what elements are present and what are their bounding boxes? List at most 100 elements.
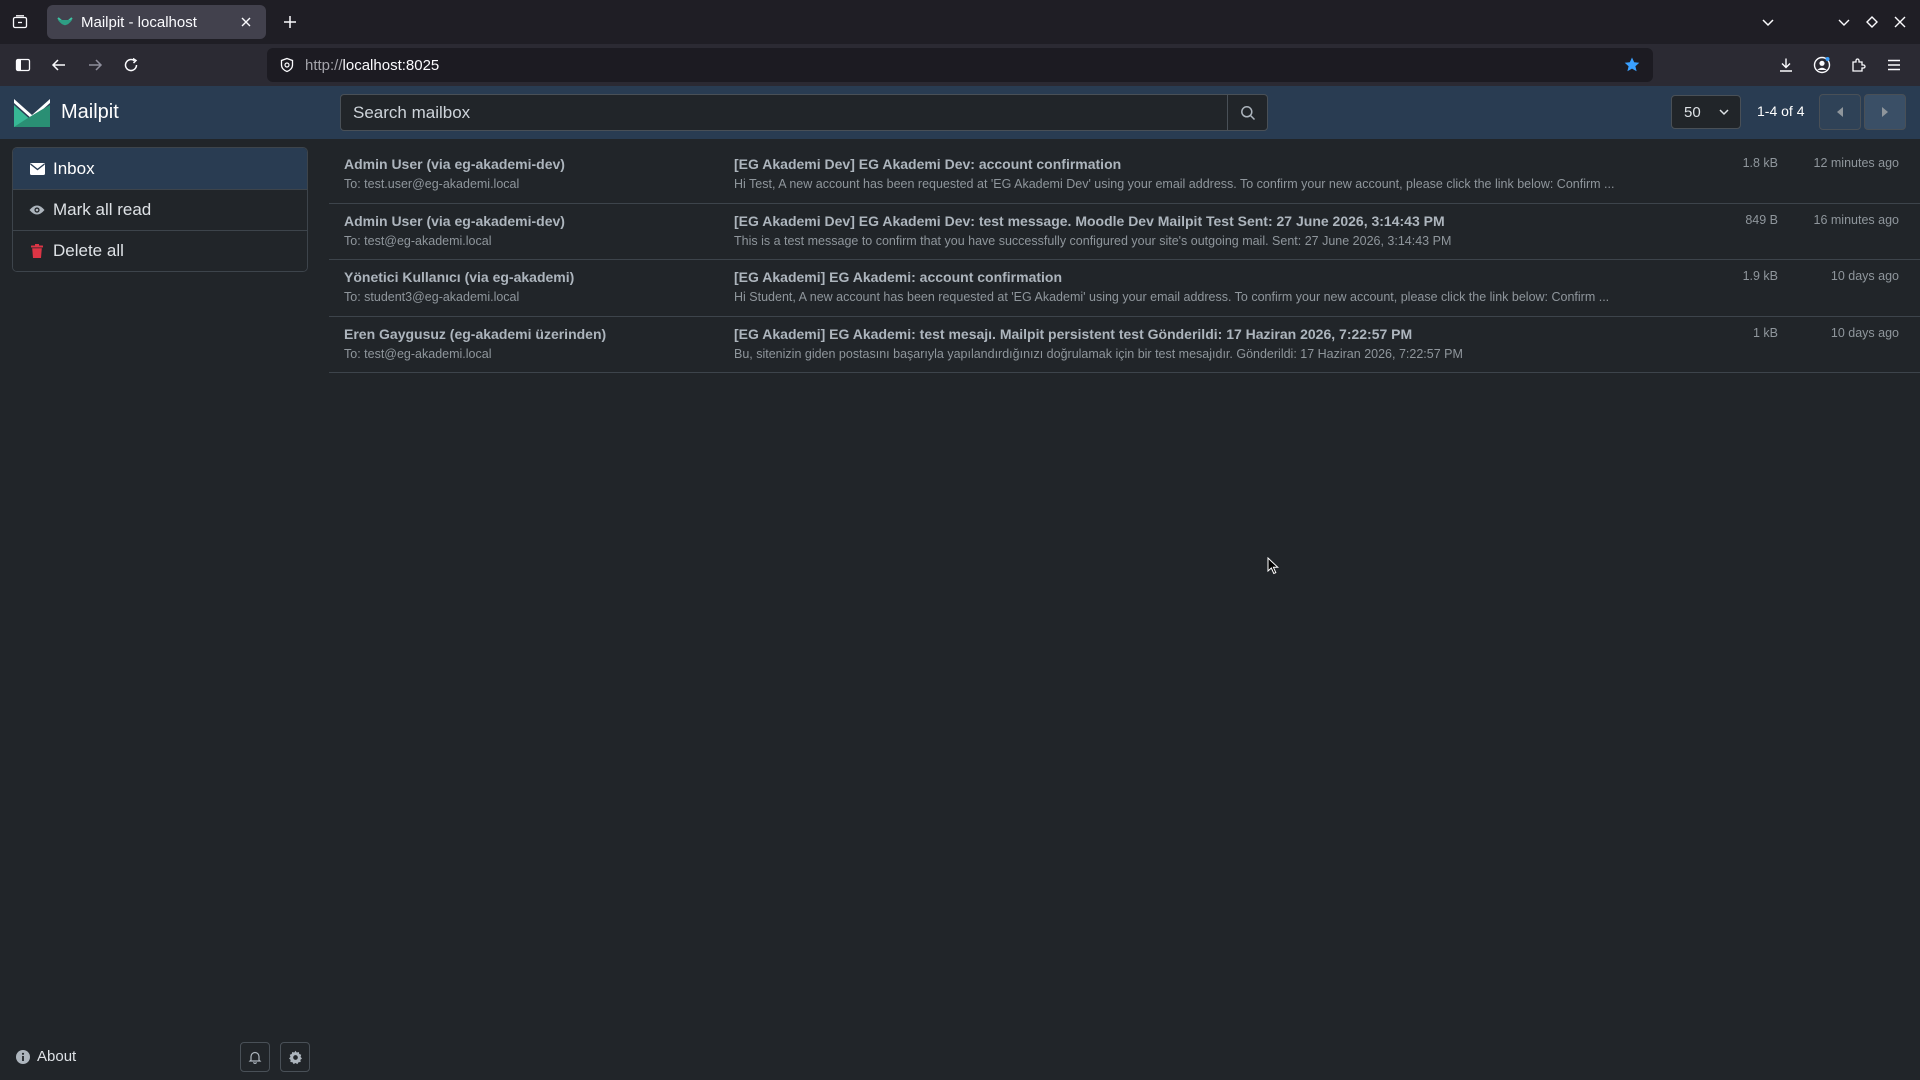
app-header: Mailpit 50 1-4 of 4	[0, 86, 1920, 139]
url-host: localhost:8025	[342, 56, 440, 74]
message-to: To: test@eg-akademi.local	[344, 346, 492, 361]
mouse-cursor-icon	[1267, 557, 1279, 575]
window-controls	[1754, 0, 1920, 44]
new-tab-button[interactable]	[278, 10, 302, 34]
search-input[interactable]	[340, 94, 1227, 131]
hamburger-menu-icon	[1888, 59, 1900, 71]
search-icon	[1240, 105, 1255, 120]
per-page-value: 50	[1684, 103, 1701, 121]
caret-right-icon	[1882, 107, 1888, 117]
next-page-button[interactable]	[1864, 94, 1906, 130]
sidebar-item-mark-all-read[interactable]: Mark all read	[13, 189, 307, 230]
search-button[interactable]	[1227, 94, 1268, 131]
message-subject: [EG Akademi] EG Akademi: account confirm…	[734, 269, 1063, 285]
message-row[interactable]: Admin User (via eg-akademi-dev) To: test…	[329, 204, 1920, 260]
tab-mailpit[interactable]: Mailpit - localhost	[47, 5, 266, 39]
notifications-button[interactable]	[240, 1042, 270, 1072]
close-icon	[1894, 16, 1906, 28]
browser-nav-bar: http://localhost:8025	[0, 44, 1920, 86]
tab-close-icon[interactable]	[236, 12, 256, 32]
extensions-button[interactable]	[1842, 49, 1874, 81]
message-to: To: test@eg-akademi.local	[344, 233, 492, 248]
url-bar[interactable]: http://localhost:8025	[267, 48, 1653, 82]
browser-toolbar-right	[1770, 49, 1910, 81]
forward-button[interactable]	[77, 49, 113, 81]
puzzle-icon	[1852, 58, 1866, 72]
message-list: Admin User (via eg-akademi-dev) To: test…	[329, 147, 1920, 373]
browser-tab-bar: Mailpit - localhost	[0, 0, 1920, 44]
tab-overview-button[interactable]	[0, 0, 40, 44]
sidebar: Inbox Mark all read Delete all	[12, 147, 308, 272]
message-row[interactable]: Yönetici Kullanıcı (via eg-akademi) To: …	[329, 260, 1920, 317]
minimize-button[interactable]	[1830, 0, 1858, 44]
download-icon	[1780, 58, 1792, 72]
sidebar-item-label: Delete all	[53, 241, 124, 260]
app-menu-button[interactable]	[1878, 49, 1910, 81]
message-snippet: Bu, sitenizin giden postasını başarıyla …	[734, 346, 1463, 361]
message-time: 16 minutes ago	[1813, 212, 1899, 227]
url-text: http://localhost:8025	[305, 57, 1623, 74]
chevron-down-icon	[1719, 109, 1729, 116]
sidebar-item-inbox[interactable]: Inbox	[13, 148, 307, 189]
account-button[interactable]	[1806, 49, 1838, 81]
message-subject: [EG Akademi Dev] EG Akademi Dev: test me…	[734, 212, 1445, 229]
bookmark-star-icon[interactable]	[1623, 56, 1641, 74]
close-window-button[interactable]	[1886, 0, 1914, 44]
downloads-button[interactable]	[1770, 49, 1802, 81]
back-button[interactable]	[41, 49, 77, 81]
message-size: 1 kB	[1752, 325, 1778, 340]
search-form	[340, 94, 1268, 131]
message-time: 12 minutes ago	[1813, 156, 1899, 170]
pagination-info: 1-4 of 4	[1757, 103, 1805, 119]
list-all-tabs-button[interactable]	[1754, 0, 1782, 44]
message-size: 849 B	[1745, 212, 1778, 227]
sidebar-item-delete-all[interactable]: Delete all	[13, 230, 307, 271]
caret-left-icon	[1837, 107, 1843, 117]
message-size: 1.8 kB	[1742, 156, 1778, 170]
reload-button[interactable]	[113, 49, 149, 81]
info-circle-icon	[16, 1049, 30, 1064]
message-from: Admin User (via eg-akademi-dev)	[344, 212, 565, 229]
trash-icon	[29, 243, 45, 259]
per-page-select[interactable]: 50	[1671, 95, 1741, 129]
message-snippet: Hi Test, A new account has been requeste…	[734, 177, 1615, 191]
message-from: Eren Gaygusuz (eg-akademi üzerinden)	[344, 325, 607, 342]
message-to: To: test.user@eg-akademi.local	[344, 177, 520, 191]
message-row[interactable]: Eren Gaygusuz (eg-akademi üzerinden) To:…	[329, 317, 1920, 373]
message-time: 10 days ago	[1830, 269, 1899, 283]
previous-page-button[interactable]	[1819, 94, 1861, 130]
shield-icon[interactable]	[279, 57, 295, 73]
gear-icon	[288, 1050, 302, 1064]
message-snippet: This is a test message to confirm that y…	[734, 233, 1452, 248]
message-row[interactable]: Admin User (via eg-akademi-dev) To: test…	[329, 147, 1920, 204]
message-to: To: student3@eg-akademi.local	[344, 290, 520, 304]
maximize-icon	[1866, 16, 1878, 28]
sidebar-item-label: Inbox	[53, 158, 95, 178]
tab-overview-icon	[12, 15, 28, 29]
envelope-icon	[29, 161, 45, 177]
about-link[interactable]: About	[16, 1048, 76, 1065]
chevron-down-icon	[1762, 19, 1774, 27]
sidebar-footer: About	[16, 1042, 316, 1072]
minimize-icon	[1838, 19, 1850, 26]
message-size: 1.9 kB	[1742, 269, 1778, 283]
message-from: Yönetici Kullanıcı (via eg-akademi)	[344, 269, 575, 285]
about-label: About	[37, 1048, 77, 1065]
arrow-left-icon	[51, 59, 65, 71]
mailpit-favicon-icon	[57, 17, 73, 26]
maximize-button[interactable]	[1858, 0, 1886, 44]
mailpit-logo-icon	[14, 99, 50, 127]
arrow-right-icon	[89, 59, 103, 71]
mailpit-logo[interactable]: Mailpit	[12, 93, 119, 131]
sidebar-menu: Inbox Mark all read Delete all	[12, 147, 308, 272]
app-name: Mailpit	[61, 100, 119, 123]
tab-title: Mailpit - localhost	[81, 13, 197, 31]
sidebar-item-label: Mark all read	[53, 200, 152, 219]
message-snippet: Hi Student, A new account has been reque…	[734, 290, 1610, 304]
eye-icon	[29, 202, 45, 218]
reload-icon	[124, 57, 138, 72]
settings-button[interactable]	[280, 1042, 310, 1072]
account-icon	[1813, 56, 1831, 74]
sidebar-toggle-button[interactable]	[5, 49, 41, 81]
message-time: 10 days ago	[1830, 325, 1899, 340]
